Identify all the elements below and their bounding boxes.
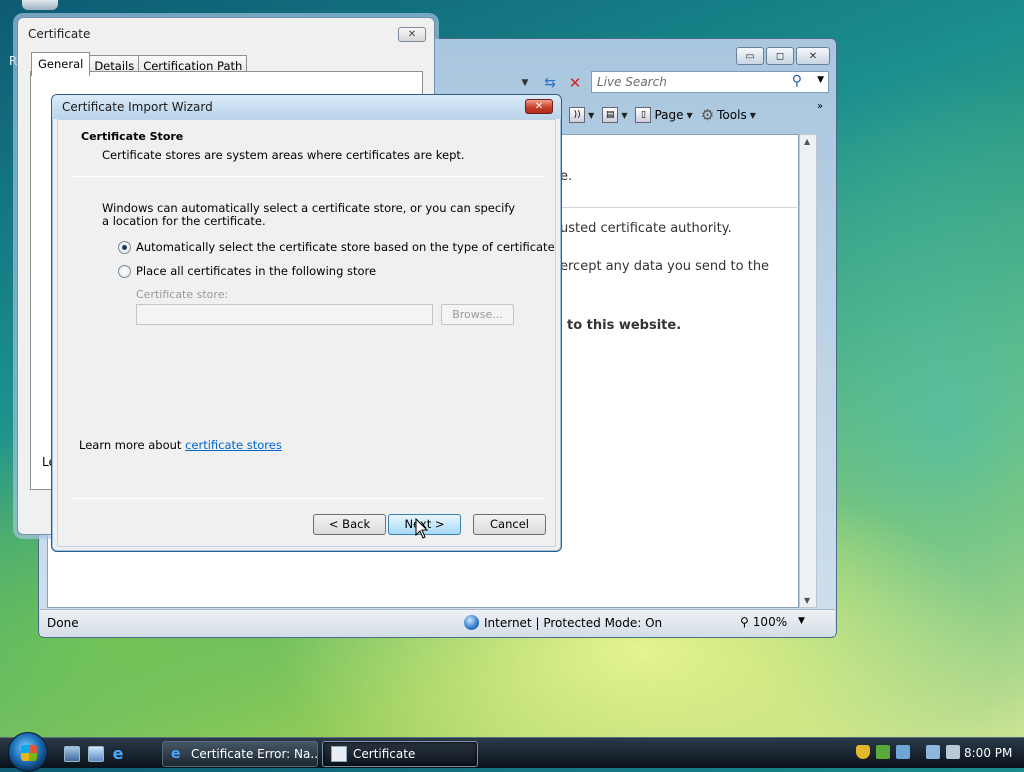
- zoom-dropdown-icon[interactable]: ▼: [798, 616, 805, 626]
- feeds-button[interactable]: )) ▼: [567, 104, 596, 126]
- status-text: Done: [47, 616, 79, 630]
- search-input[interactable]: Live Search: [597, 75, 667, 89]
- page-icon: ▯: [635, 107, 652, 123]
- tools-menu-label: Tools: [717, 108, 747, 122]
- security-zone[interactable]: Internet | Protected Mode: On: [464, 615, 662, 630]
- rss-icon: )): [569, 107, 586, 123]
- wizard-header: Certificate Store Certificate stores are…: [58, 120, 555, 176]
- taskbar: e e Certificate Error: Na... Certificate…: [0, 732, 1024, 772]
- toolbar-overflow-icon[interactable]: »: [817, 101, 823, 112]
- taskbar-item-label: Certificate Error: Na...: [191, 747, 318, 761]
- maximize-button[interactable]: ◻: [766, 47, 794, 65]
- zone-label: Internet | Protected Mode: On: [484, 615, 663, 630]
- stop-icon[interactable]: ✕: [565, 73, 585, 93]
- scroll-down-icon[interactable]: ▼: [804, 596, 810, 605]
- browse-button: Browse...: [441, 304, 514, 325]
- globe-icon: [464, 615, 479, 630]
- search-dropdown-icon[interactable]: ▼: [817, 75, 824, 85]
- zoom-control[interactable]: ⚲ 100%: [740, 615, 787, 629]
- zoom-level: 100%: [752, 615, 788, 629]
- volume-muted-icon[interactable]: [946, 745, 960, 759]
- start-button[interactable]: [8, 732, 48, 772]
- chevron-down-icon: ▼: [588, 110, 595, 120]
- wizard-title: Certificate Import Wizard: [62, 100, 213, 114]
- wizard-body: Certificate Store Certificate stores are…: [57, 119, 556, 547]
- learn-more-prefix: Learn more about: [79, 438, 186, 452]
- content-link-text[interactable]: to this website.: [567, 318, 681, 333]
- ie-icon: e: [171, 746, 181, 762]
- show-desktop-icon[interactable]: [64, 746, 80, 762]
- radio-manual-label[interactable]: Place all certificates in the following …: [136, 264, 376, 278]
- radio-auto-select[interactable]: Automatically select the certificate sto…: [118, 240, 555, 254]
- clock[interactable]: 8:00 PM: [964, 746, 1012, 760]
- zoom-icon: ⚲: [740, 615, 749, 629]
- taskbar-item-label: Certificate: [353, 747, 416, 761]
- search-icon[interactable]: ⚲: [792, 73, 802, 89]
- recycle-bin-icon[interactable]: [22, 0, 58, 10]
- security-check-icon[interactable]: [876, 745, 890, 759]
- radio-button-unselected[interactable]: [118, 264, 131, 278]
- gear-icon: ⚙: [700, 106, 715, 124]
- wizard-divider: [71, 176, 545, 177]
- vertical-scrollbar[interactable]: ▲ ▼: [799, 134, 817, 608]
- print-button[interactable]: ▤ ▼: [600, 104, 629, 126]
- window-controls: ▭ ◻ ✕: [736, 47, 830, 65]
- certificate-stores-link[interactable]: certificate stores: [185, 438, 282, 452]
- minimize-button[interactable]: ▭: [736, 47, 764, 65]
- wizard-titlebar: Certificate Import Wizard ✕: [52, 95, 561, 119]
- certificate-window-title: Certificate: [28, 27, 91, 41]
- close-button[interactable]: ✕: [796, 47, 830, 65]
- radio-button-selected[interactable]: [118, 240, 131, 254]
- wizard-footer-divider: [71, 498, 545, 499]
- status-bar: Done Internet | Protected Mode: On ⚲ 100…: [40, 609, 835, 636]
- display-icon[interactable]: [926, 745, 940, 759]
- cancel-button[interactable]: Cancel: [473, 514, 546, 535]
- page-menu-button[interactable]: ▯ Page ▼: [633, 104, 694, 126]
- certificate-icon: [331, 746, 347, 762]
- refresh-icon[interactable]: ⇆: [539, 73, 561, 93]
- shield-icon[interactable]: [856, 745, 870, 759]
- windows-logo-icon: [21, 745, 37, 761]
- search-box[interactable]: Live Search ⚲ ▼: [591, 71, 829, 93]
- wizard-intro: Windows can automatically select a certi…: [102, 201, 516, 228]
- chevron-down-icon: ▼: [749, 110, 756, 120]
- switch-windows-icon[interactable]: [88, 746, 104, 762]
- page-menu-label: Page: [654, 108, 684, 122]
- ie-quicklaunch-icon[interactable]: e: [110, 746, 126, 762]
- wizard-subheading: Certificate stores are system areas wher…: [102, 148, 465, 162]
- wizard-close-button[interactable]: ✕: [525, 99, 553, 114]
- scroll-up-icon[interactable]: ▲: [804, 137, 810, 146]
- tab-general[interactable]: General: [31, 52, 91, 76]
- taskbar-item-ie[interactable]: e Certificate Error: Na...: [162, 741, 318, 767]
- address-dropdown-icon[interactable]: ▼: [515, 74, 535, 92]
- learn-more-text: Learn more about certificate stores: [79, 438, 282, 452]
- certificate-store-label: Certificate store:: [136, 288, 229, 301]
- system-tray: [856, 745, 960, 759]
- content-divider: [559, 207, 797, 208]
- network-icon[interactable]: [896, 745, 910, 759]
- printer-icon: ▤: [602, 107, 619, 123]
- chevron-down-icon: ▼: [621, 110, 628, 120]
- radio-auto-label[interactable]: Automatically select the certificate sto…: [136, 240, 555, 254]
- tools-menu-button[interactable]: ⚙ Tools ▼: [699, 104, 758, 126]
- radio-place-in-store[interactable]: Place all certificates in the following …: [118, 264, 376, 278]
- certificate-store-field: [136, 304, 433, 325]
- certificate-import-wizard: Certificate Import Wizard ✕ Certificate …: [51, 94, 562, 552]
- certificate-close-button[interactable]: ✕: [398, 27, 426, 42]
- command-bar: ▼ ))▼ ▤▼ ▯Page▼ ⚙Tools▼: [553, 103, 758, 127]
- content-text-2: usted certificate authority.: [560, 221, 732, 236]
- taskbar-item-certificate[interactable]: Certificate: [322, 741, 478, 767]
- back-button[interactable]: < Back: [313, 514, 386, 535]
- content-text-3: ercept any data you send to the: [560, 259, 770, 274]
- mouse-cursor-icon: [415, 518, 429, 539]
- chevron-down-icon: ▼: [686, 110, 693, 120]
- wizard-heading: Certificate Store: [81, 130, 184, 143]
